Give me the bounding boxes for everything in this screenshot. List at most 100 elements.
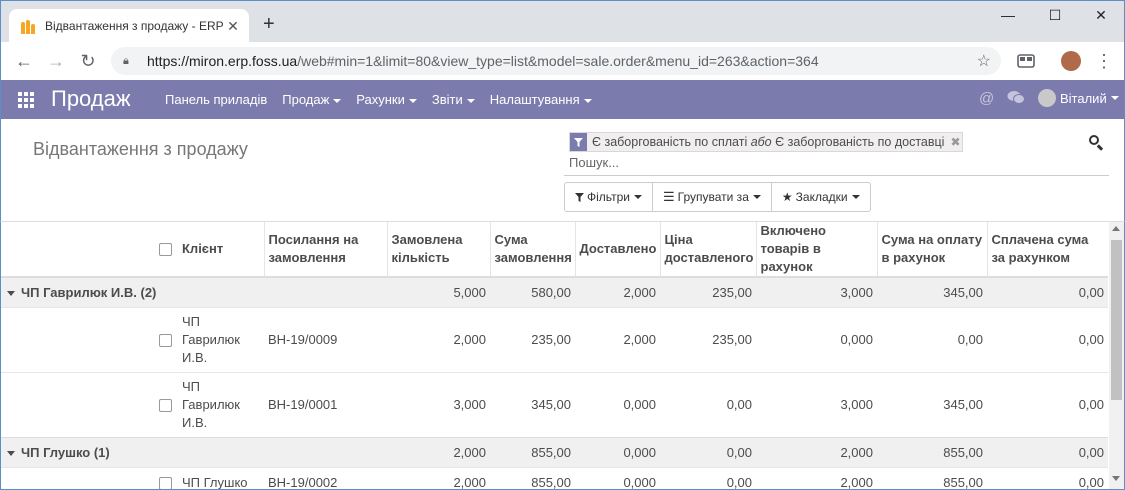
row-select[interactable]	[153, 466, 178, 489]
cell-paid-amount: 0,00	[987, 466, 1108, 489]
favorites-label: Закладки	[795, 190, 848, 204]
filters-label: Фільтри	[587, 190, 630, 204]
chrome-menu-icon[interactable]: ⋮	[1094, 51, 1114, 71]
group-row[interactable]: ЧП Гаврилюк И.В. (2) 5,000 580,00 2,000 …	[1, 276, 1108, 307]
menu-reports-label: Звіти	[431, 92, 463, 107]
cell-invoiced-goods: 0,000	[756, 306, 877, 372]
apps-menu-icon[interactable]	[18, 92, 34, 108]
header-client[interactable]: Клієнт	[178, 222, 264, 278]
filter-funnel-icon	[575, 192, 584, 202]
table-row[interactable]: ЧП Глушко ВН-19/0002 2,000 855,00 0,000 …	[1, 466, 1108, 489]
header-ordered-qty[interactable]: Замовлена кількість	[386, 222, 490, 278]
main-navbar: Продаж Панель приладів Продаж Рахунки Зв…	[0, 80, 1125, 119]
url-text: https://miron.erp.foss.ua/web#min=1&limi…	[147, 53, 819, 69]
maximize-button[interactable]: ☐	[1032, 7, 1078, 24]
cell-to-invoice: 855,00	[877, 466, 987, 489]
cell-order-ref: ВН-19/0009	[264, 306, 387, 372]
search-input[interactable]: Пошук...	[569, 155, 619, 170]
bookmark-star-icon[interactable]: ☆	[977, 51, 991, 71]
at-mention-icon[interactable]: @	[979, 90, 994, 107]
select-all-checkbox[interactable]	[153, 222, 178, 278]
cell-client: ЧП Гаврилюк И.В.	[178, 306, 264, 372]
menu-dashboard[interactable]: Панель приладів	[165, 92, 267, 107]
user-menu[interactable]: Віталий	[1038, 89, 1119, 107]
checkbox[interactable]	[159, 333, 172, 347]
header-delivered-price[interactable]: Ціна доставленого	[659, 222, 756, 278]
header-to-invoice[interactable]: Сума на оплату в рахунок	[876, 222, 987, 278]
scroll-up-arrow-icon[interactable]	[1112, 226, 1120, 231]
group-row[interactable]: ЧП Глушко (1) 2,000 855,00 0,000 0,00 2,…	[1, 436, 1108, 467]
row-spacer	[1, 371, 153, 437]
row-select[interactable]	[153, 371, 178, 437]
reload-icon[interactable]: ↻	[78, 51, 98, 71]
caret-down-icon	[7, 290, 15, 296]
chevron-down-icon	[1110, 96, 1119, 100]
facet-value-1: Є заборгованість по сплаті	[592, 135, 748, 149]
chat-bubbles-icon[interactable]	[1007, 90, 1025, 109]
group-to-invoice: 855,00	[877, 436, 987, 467]
checkbox[interactable]	[159, 477, 172, 489]
app-brand[interactable]: Продаж	[51, 86, 131, 112]
vertical-scrollbar[interactable]	[1109, 222, 1124, 489]
cell-paid-amount: 0,00	[987, 371, 1108, 437]
header-delivered[interactable]: Доставлено	[574, 222, 660, 278]
new-tab-button[interactable]: +	[263, 14, 275, 34]
facet-value-2: Є заборгованість по доставці	[775, 135, 945, 149]
cell-to-invoice: 0,00	[877, 306, 987, 372]
list-view: Клієнт Посилання на замовлення Замовлена…	[0, 222, 1125, 490]
user-name: Віталий	[1060, 90, 1107, 106]
menu-invoices[interactable]: Рахунки	[356, 92, 417, 107]
checkbox[interactable]	[159, 243, 172, 257]
group-label[interactable]: ЧП Глушко (1)	[1, 436, 387, 467]
cell-client: ЧП Глушко	[178, 466, 264, 489]
group-by-button[interactable]: ☰ Групувати за	[651, 182, 772, 212]
table-row[interactable]: ЧП Гаврилюк И.В. ВН-19/0001 3,000 345,00…	[1, 371, 1108, 437]
row-select[interactable]	[153, 306, 178, 372]
group-name: ЧП Гаврилюк И.В. (2)	[21, 284, 157, 300]
header-group-spacer	[1, 222, 153, 278]
header-paid-amount[interactable]: Сплачена сума за рахунком	[986, 222, 1108, 278]
browser-tab[interactable]: Відвантаження з продажу - ERP ✕	[9, 9, 249, 43]
search-icon[interactable]	[1088, 134, 1104, 151]
header-order-amount[interactable]: Сума замовлення	[489, 222, 575, 278]
group-order-amount: 580,00	[490, 276, 575, 307]
profile-avatar-icon[interactable]	[1061, 51, 1081, 71]
minimize-button[interactable]: —	[985, 7, 1031, 23]
header-order-ref[interactable]: Посилання на замовлення	[263, 222, 387, 278]
checkbox[interactable]	[159, 398, 172, 412]
cell-ordered-qty: 3,000	[387, 371, 490, 437]
lock-icon: 🔒︎	[123, 54, 129, 67]
forward-arrow-icon[interactable]: →	[46, 51, 66, 71]
cell-order-ref: ВН-19/0001	[264, 371, 387, 437]
table-row[interactable]: ЧП Гаврилюк И.В. ВН-19/0009 2,000 235,00…	[1, 306, 1108, 372]
close-window-button[interactable]: ✕	[1078, 7, 1124, 24]
group-delivered: 2,000	[575, 276, 660, 307]
cell-delivered: 0,000	[575, 371, 660, 437]
tab-close-icon[interactable]: ✕	[225, 18, 241, 35]
search-view[interactable]: Є заборгованість по сплаті або Є заборго…	[564, 128, 1109, 176]
search-facet[interactable]: Є заборгованість по сплаті або Є заборго…	[569, 132, 964, 152]
address-bar[interactable]: 🔒︎ https://miron.erp.foss.ua/web#min=1&l…	[111, 47, 1001, 75]
menu-sales[interactable]: Продаж	[282, 92, 342, 107]
cell-order-amount: 235,00	[490, 306, 575, 372]
menu-settings-label: Налаштування	[489, 92, 580, 107]
filter-funnel-icon	[570, 133, 587, 151]
header-invoiced-goods[interactable]: Включено товарів в рахунок	[755, 222, 877, 278]
extension-icon[interactable]	[1017, 53, 1035, 69]
group-label[interactable]: ЧП Гаврилюк И.В. (2)	[1, 276, 387, 307]
menu-settings[interactable]: Налаштування	[490, 92, 592, 107]
cell-order-ref: ВН-19/0002	[264, 466, 387, 489]
cell-to-invoice: 345,00	[877, 371, 987, 437]
facet-remove-icon[interactable]: ✖	[948, 133, 962, 151]
chevron-down-icon	[333, 98, 342, 103]
scroll-down-arrow-icon[interactable]	[1112, 476, 1120, 481]
group-paid-amount: 0,00	[987, 276, 1108, 307]
back-arrow-icon[interactable]: ←	[14, 51, 34, 71]
group-delivered-price: 0,00	[660, 436, 756, 467]
filters-button[interactable]: Фільтри	[564, 182, 653, 212]
cell-order-amount: 855,00	[490, 466, 575, 489]
scrollbar-thumb[interactable]	[1111, 240, 1122, 400]
sale-order-table: Клієнт Посилання на замовлення Замовлена…	[1, 222, 1108, 489]
favorites-button[interactable]: ★ Закладки	[770, 182, 871, 212]
menu-reports[interactable]: Звіти	[432, 92, 475, 107]
